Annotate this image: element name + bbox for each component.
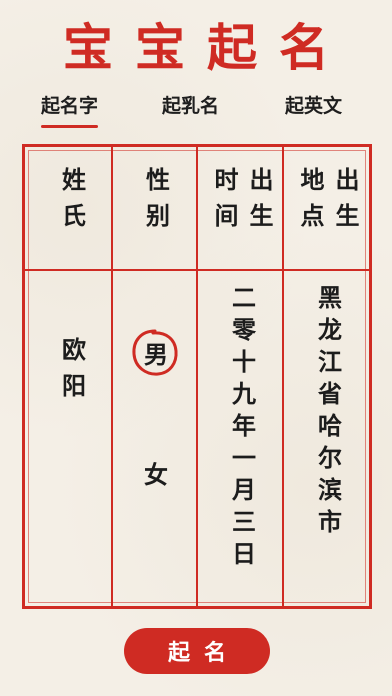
header-surname: 姓氏: [57, 167, 87, 239]
birth-time-field[interactable]: 二零十九年一月三日: [201, 285, 283, 605]
header-birth-time: 时间 出生: [210, 167, 274, 239]
tab-bar: 起名字 起乳名 起英文: [0, 90, 392, 130]
gender-male-option[interactable]: 男: [115, 329, 197, 376]
surname-field[interactable]: 欧阳: [31, 337, 113, 657]
tab-nickname[interactable]: 起乳名: [162, 90, 219, 122]
info-table: 姓氏 性别 时间 出生 地点 出生 欧阳 男 女 二零十九年一月三日 黑龙江省哈…: [22, 144, 372, 609]
app-title-text: 宝宝起名: [63, 18, 351, 77]
gender-female-option[interactable]: 女: [115, 455, 197, 495]
row-divider: [25, 269, 369, 271]
header-gender: 性别: [141, 167, 171, 239]
birth-place-field[interactable]: 黑龙江省哈尔滨市: [287, 285, 369, 605]
tab-english-name[interactable]: 起英文: [285, 90, 342, 122]
app-title: 宝宝起名: [0, 18, 392, 78]
gender-male-label: 男: [144, 340, 168, 369]
gender-female-label: 女: [144, 460, 168, 489]
tab-name[interactable]: 起名字: [41, 90, 99, 128]
header-birth-place: 地点 出生: [296, 167, 360, 239]
generate-name-button[interactable]: 起名: [124, 628, 270, 674]
